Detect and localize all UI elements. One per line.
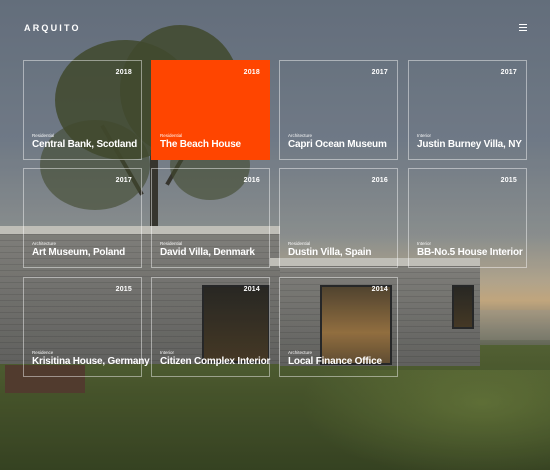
project-title: Dustin Villa, Spain: [288, 247, 372, 258]
project-category: Residential: [160, 241, 183, 246]
project-tile[interactable]: 2015 Residence Krisitina House, Germany: [23, 277, 150, 377]
project-year: 2015: [115, 286, 132, 293]
project-title: Central Bank, Scotland: [32, 139, 138, 150]
project-tile[interactable]: 2014 Interior Citizen Complex Interior: [151, 277, 270, 377]
project-year: 2014: [243, 286, 260, 293]
project-grid: 2018 Residential Central Bank, Scotland …: [23, 60, 527, 377]
project-year: 2015: [500, 177, 517, 184]
project-title: Krisitina House, Germany: [32, 356, 150, 367]
project-title: The Beach House: [160, 139, 241, 150]
project-tile[interactable]: 2016 Residential David Villa, Denmark: [151, 168, 270, 268]
hamburger-icon[interactable]: [519, 24, 527, 31]
project-category: Interior: [417, 133, 432, 138]
project-title: BB-No.5 House Interior: [417, 247, 523, 258]
project-category: Residential: [288, 241, 311, 246]
project-year: 2017: [115, 177, 132, 184]
project-category: Interior: [160, 350, 175, 355]
project-tile[interactable]: 2017 Interior Justin Burney Villa, NY: [408, 60, 527, 160]
site-logo[interactable]: ARQUITO: [24, 23, 81, 33]
project-tile[interactable]: 2017 Architecture Art Museum, Poland: [23, 168, 142, 268]
project-year: 2018: [243, 69, 260, 76]
project-year: 2018: [115, 69, 132, 76]
project-year: 2016: [243, 177, 260, 184]
project-title: Citizen Complex Interior: [160, 356, 271, 367]
project-category: Architecture: [288, 350, 313, 355]
project-title: Justin Burney Villa, NY: [417, 139, 522, 150]
project-tile[interactable]: 2016 Residential Dustin Villa, Spain: [279, 168, 398, 268]
project-tile-active[interactable]: 2018 Residential The Beach House: [151, 60, 270, 160]
project-tile[interactable]: 2014 Architecture Local Finance Office: [279, 277, 398, 377]
project-tile[interactable]: 2018 Residential Central Bank, Scotland: [23, 60, 142, 160]
project-year: 2016: [371, 177, 388, 184]
project-year: 2014: [371, 286, 388, 293]
project-category: Interior: [417, 241, 432, 246]
project-tile[interactable]: 2017 Architecture Capri Ocean Museum: [279, 60, 398, 160]
project-category: Residential: [160, 133, 183, 138]
project-category: Residence: [32, 350, 54, 355]
project-title: David Villa, Denmark: [160, 247, 255, 258]
project-tile[interactable]: 2015 Interior BB-No.5 House Interior: [408, 168, 527, 268]
project-title: Local Finance Office: [288, 356, 382, 367]
project-title: Art Museum, Poland: [32, 247, 126, 258]
project-year: 2017: [500, 69, 517, 76]
project-category: Architecture: [32, 241, 57, 246]
project-category: Architecture: [288, 133, 313, 138]
project-title: Capri Ocean Museum: [288, 139, 387, 150]
project-category: Residential: [32, 133, 55, 138]
project-year: 2017: [371, 69, 388, 76]
